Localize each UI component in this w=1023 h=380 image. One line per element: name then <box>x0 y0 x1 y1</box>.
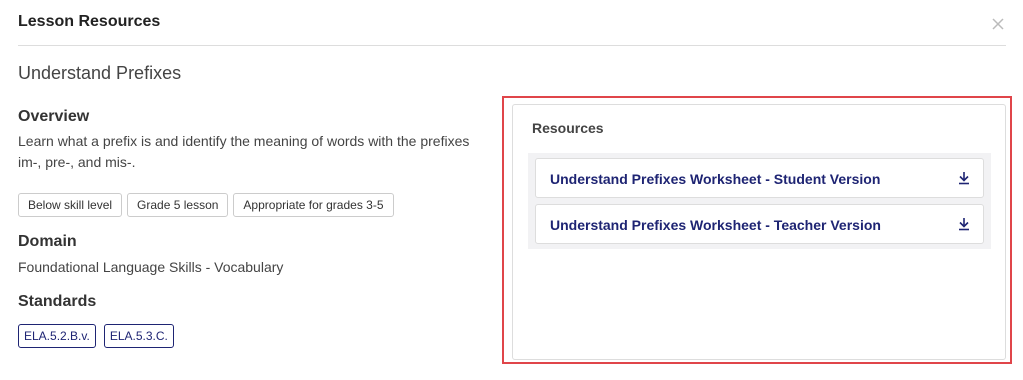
tag-grade-range: Appropriate for grades 3-5 <box>233 193 394 217</box>
lesson-resources-modal: Lesson Resources Understand Prefixes Ove… <box>0 0 1023 380</box>
download-icon[interactable] <box>957 171 971 185</box>
standards-heading: Standards <box>18 293 97 310</box>
resources-heading: Resources <box>532 120 604 136</box>
close-button[interactable] <box>990 16 1006 32</box>
domain-text: Foundational Language Skills - Vocabular… <box>18 259 284 275</box>
resource-item-student[interactable]: Understand Prefixes Worksheet - Student … <box>535 158 984 198</box>
modal-title: Lesson Resources <box>18 13 161 30</box>
lesson-title: Understand Prefixes <box>18 63 182 83</box>
standards-list: ELA.5.2.B.v. ELA.5.3.C. <box>18 324 488 348</box>
lesson-details: Overview Learn what a prefix is and iden… <box>18 108 488 348</box>
lesson-tags: Below skill level Grade 5 lesson Appropr… <box>18 193 488 217</box>
tag-grade-lesson: Grade 5 lesson <box>127 193 229 217</box>
close-icon <box>992 18 1004 30</box>
resource-list: Understand Prefixes Worksheet - Student … <box>528 153 991 249</box>
resource-item-teacher[interactable]: Understand Prefixes Worksheet - Teacher … <box>535 204 984 244</box>
overview-heading: Overview <box>18 108 90 125</box>
overview-text: Learn what a prefix is and identify the … <box>18 133 470 170</box>
modal-header: Lesson Resources <box>18 0 1006 46</box>
resource-label[interactable]: Understand Prefixes Worksheet - Student … <box>550 171 880 187</box>
tag-skill-level: Below skill level <box>18 193 123 217</box>
resource-label[interactable]: Understand Prefixes Worksheet - Teacher … <box>550 217 881 233</box>
domain-heading: Domain <box>18 233 77 250</box>
resources-panel: Resources Understand Prefixes Worksheet … <box>512 104 1006 360</box>
standard-tag[interactable]: ELA.5.3.C. <box>103 324 174 348</box>
download-icon[interactable] <box>957 217 971 231</box>
standard-tag[interactable]: ELA.5.2.B.v. <box>18 324 96 348</box>
